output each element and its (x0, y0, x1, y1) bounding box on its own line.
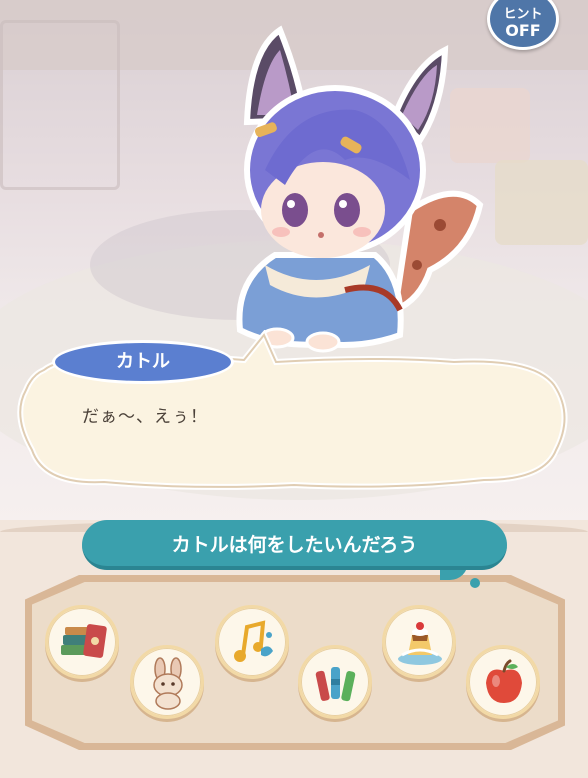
hint-state: OFF (505, 21, 541, 40)
choice-music[interactable] (215, 605, 289, 679)
dialogue-text: だぁ〜、えぅ！ (82, 407, 208, 427)
choice-bunny-plush[interactable] (130, 645, 204, 719)
doll-house (0, 20, 120, 190)
choice-apple[interactable] (466, 645, 540, 719)
choice-pudding[interactable] (382, 605, 456, 679)
choice-crayons[interactable] (298, 645, 372, 719)
question-banner-dot (470, 578, 480, 588)
apple-icon (486, 659, 522, 703)
crayons-icon (315, 667, 356, 702)
books-icon (61, 624, 107, 658)
speaker-name-plate: カトル (52, 340, 234, 384)
choice-books[interactable] (45, 605, 119, 679)
pudding-icon (398, 622, 442, 665)
bunny-plush-icon (153, 657, 183, 710)
toy-block (495, 160, 588, 245)
question-banner: カトルは何をしたいんだろう (82, 520, 507, 570)
music-notes-icon (234, 620, 273, 662)
character-sprite (236, 25, 484, 353)
